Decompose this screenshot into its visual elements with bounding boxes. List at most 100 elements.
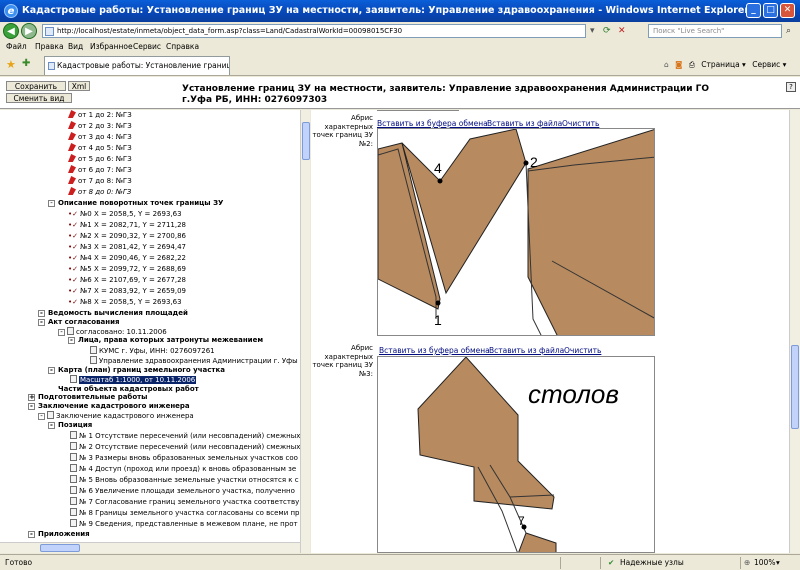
tree-vertical-scrollbar[interactable] bbox=[300, 110, 310, 553]
tree-node-segment[interactable]: от 4 до 5: №ГЗ bbox=[68, 143, 132, 153]
tree-node-segment[interactable]: от 2 до 3: №ГЗ bbox=[68, 121, 132, 131]
menu-file[interactable]: Файл bbox=[6, 40, 27, 54]
tree-node-scale[interactable]: Масштаб 1:1000, от 10.11.2006 bbox=[70, 375, 197, 385]
tree-node-position-item[interactable]: № 2 Отсутствие пересечений (или несовпад… bbox=[70, 442, 300, 452]
collapse-icon[interactable]: - bbox=[58, 329, 65, 336]
tree-node-segment[interactable]: от 7 до 8: №ГЗ bbox=[68, 176, 132, 186]
tree-node-person2[interactable]: Управление здравоохранения Администрации… bbox=[90, 356, 298, 366]
expand-icon[interactable]: + bbox=[28, 394, 35, 401]
tree-node-position-item[interactable]: № 6 Увеличение площади земельного участк… bbox=[70, 486, 295, 496]
tree-node-segment[interactable]: от 6 до 7: №ГЗ bbox=[68, 165, 132, 175]
save-button[interactable]: Сохранить bbox=[6, 81, 66, 91]
dropdown-icon[interactable]: ▾ bbox=[590, 25, 595, 37]
collapse-icon[interactable]: - bbox=[48, 422, 55, 429]
tree-node-appendix[interactable]: - Приложения bbox=[28, 530, 90, 539]
maximize-button[interactable]: □ bbox=[763, 3, 778, 18]
stop-icon[interactable]: ✕ bbox=[618, 25, 626, 37]
tree-node-position-item[interactable]: № 8 Границы земельного участка согласова… bbox=[70, 508, 300, 518]
scroll-thumb[interactable] bbox=[791, 345, 799, 429]
tree-node-point[interactable]: •✓ №4 X = 2090,46, Y = 2682,22 bbox=[68, 254, 186, 263]
collapse-icon[interactable]: - bbox=[48, 367, 55, 374]
tree-node-conclusion-item[interactable]: - Заключение кадастрового инженера bbox=[38, 411, 194, 421]
collapse-icon[interactable]: - bbox=[38, 319, 45, 326]
minimize-button[interactable]: _ bbox=[746, 3, 761, 18]
point-check-icon: •✓ bbox=[68, 221, 78, 229]
tree-node-position-item[interactable]: № 1 Отсутствие пересечений (или несовпад… bbox=[70, 431, 300, 441]
tools-menu[interactable]: Сервис ▾ bbox=[752, 60, 786, 69]
scroll-thumb[interactable] bbox=[302, 122, 310, 160]
person-icon bbox=[90, 356, 97, 364]
tree-node-point[interactable]: •✓ №6 X = 2107,69, Y = 2677,28 bbox=[68, 276, 186, 285]
tree-node-point[interactable]: •✓ №0 X = 2058,5, Y = 2693,63 bbox=[68, 210, 182, 219]
person1-label: КУМС г. Уфы, ИНН: 0276097261 bbox=[99, 347, 215, 355]
tree-node-segment[interactable]: от 3 до 4: №ГЗ bbox=[68, 132, 132, 142]
menu-view[interactable]: Вид bbox=[68, 40, 83, 54]
clear-link-zu2[interactable]: Очистить bbox=[562, 119, 599, 128]
menu-favorites[interactable]: Избранное bbox=[90, 40, 133, 54]
menu-tools[interactable]: Сервис bbox=[133, 40, 161, 54]
close-window-button[interactable]: ✕ bbox=[780, 3, 795, 18]
feeds-icon[interactable]: ◙ bbox=[675, 60, 682, 69]
tree-node-point[interactable]: •✓ №5 X = 2099,72, Y = 2688,69 bbox=[68, 265, 186, 274]
tree-horizontal-scrollbar[interactable] bbox=[0, 542, 300, 553]
forward-icon[interactable]: ▶ bbox=[21, 23, 37, 39]
tree-node-point[interactable]: •✓ №3 X = 2081,42, Y = 2694,47 bbox=[68, 243, 186, 252]
paste-clipboard-link-zu2[interactable]: Вставить из буфера обмена bbox=[377, 119, 488, 128]
tree-node-point[interactable]: •✓ №2 X = 2090,32, Y = 2700,86 bbox=[68, 232, 186, 241]
clear-link-zu3[interactable]: Очистить bbox=[564, 346, 601, 355]
tree-node-segment[interactable]: от 5 до 6: №ГЗ bbox=[68, 154, 132, 164]
collapse-icon[interactable]: - bbox=[38, 413, 45, 420]
menu-edit[interactable]: Правка bbox=[35, 40, 64, 54]
collapse-icon[interactable]: - bbox=[28, 531, 35, 538]
menu-help[interactable]: Справка bbox=[166, 40, 199, 54]
home-icon[interactable]: ⌂ bbox=[664, 60, 669, 69]
tree-node-position-item[interactable]: № 3 Размеры вновь образованных земельных… bbox=[70, 453, 298, 463]
search-icon[interactable]: ⌕ bbox=[786, 25, 791, 37]
paste-file-link-zu2[interactable]: Вставить из файла bbox=[487, 119, 562, 128]
position-item-label: № 6 Увеличение площади земельного участк… bbox=[79, 487, 295, 495]
page-menu[interactable]: Страница ▾ bbox=[701, 60, 746, 69]
tree-node-area-calc[interactable]: - Ведомость вычисления площадей bbox=[38, 309, 188, 318]
tree-node-persons[interactable]: - Лица, права которых затронуты межевание… bbox=[68, 336, 263, 345]
change-view-button[interactable]: Сменить вид bbox=[6, 93, 72, 103]
zoom-level[interactable]: 100% bbox=[754, 555, 775, 570]
tree-node-prep-works[interactable]: + Подготовительные работы bbox=[28, 393, 148, 402]
tree-node-point[interactable]: •✓ №1 X = 2082,71, Y = 2711,28 bbox=[68, 221, 186, 230]
add-favorite-icon[interactable]: ✚ bbox=[22, 58, 30, 69]
tree-node-position-item[interactable]: № 4 Доступ (проход или проезд) к вновь о… bbox=[70, 464, 296, 474]
tools-menu-label: Сервис bbox=[752, 60, 781, 69]
tree-node-conclusion[interactable]: - Заключение кадастрового инженера bbox=[28, 402, 190, 411]
favorites-star-icon[interactable]: ★ bbox=[6, 58, 16, 71]
refresh-icon[interactable]: ⟳ bbox=[603, 25, 611, 37]
collapse-icon[interactable]: - bbox=[48, 200, 55, 207]
zoom-dropdown-icon[interactable]: ▾ bbox=[776, 555, 780, 570]
search-input[interactable]: Поиск "Live Search" bbox=[648, 24, 782, 38]
paste-clipboard-link-zu3[interactable]: Вставить из буфера обмена bbox=[379, 346, 490, 355]
tree-node-points-header[interactable]: - Описание поворотных точек границы ЗУ bbox=[48, 199, 223, 208]
collapse-icon[interactable]: - bbox=[28, 403, 35, 410]
zoom-icon[interactable]: ⊕ bbox=[744, 555, 750, 570]
tree-node-segment[interactable]: от 1 до 2: №ГЗ bbox=[68, 110, 132, 120]
tree-node-position[interactable]: - Позиция bbox=[48, 421, 92, 430]
tree-node-point[interactable]: •✓ №7 X = 2083,92, Y = 2659,09 bbox=[68, 287, 186, 296]
segment-label: от 6 до 7: №ГЗ bbox=[78, 166, 132, 174]
tree-node-segment[interactable]: от 8 до 0: №ГЗ bbox=[68, 187, 131, 197]
tree-node-point[interactable]: •✓ №8 X = 2058,5, Y = 2693,63 bbox=[68, 298, 182, 307]
tab-current[interactable]: Кадастровые работы: Установление границ … bbox=[44, 56, 230, 75]
url-field[interactable]: http://localhost/estate/inmeta/object_da… bbox=[42, 24, 586, 38]
right-vertical-scrollbar[interactable] bbox=[789, 110, 800, 553]
tree-node-agreement[interactable]: - Акт согласования bbox=[38, 318, 119, 327]
tree-node-map-plan[interactable]: - Карта (план) границ земельного участка bbox=[48, 366, 225, 375]
tree-node-position-item[interactable]: № 9 Сведения, представленные в межевом п… bbox=[70, 519, 298, 529]
back-icon[interactable]: ◀ bbox=[3, 23, 19, 39]
tree-node-position-item[interactable]: № 7 Согласование границ земельного участ… bbox=[70, 497, 299, 507]
help-button[interactable]: ? bbox=[786, 82, 796, 92]
tree-node-position-item[interactable]: № 5 Вновь образованные земельные участки… bbox=[70, 475, 299, 485]
xml-button[interactable]: Xml bbox=[68, 81, 90, 91]
scroll-thumb[interactable] bbox=[40, 544, 80, 552]
paste-file-link-zu3[interactable]: Вставить из файла bbox=[489, 346, 564, 355]
tree-node-person1[interactable]: КУМС г. Уфы, ИНН: 0276097261 bbox=[90, 346, 215, 356]
collapse-icon[interactable]: - bbox=[68, 337, 75, 344]
collapse-icon[interactable]: - bbox=[38, 310, 45, 317]
print-icon[interactable]: ⎙ bbox=[689, 60, 695, 69]
